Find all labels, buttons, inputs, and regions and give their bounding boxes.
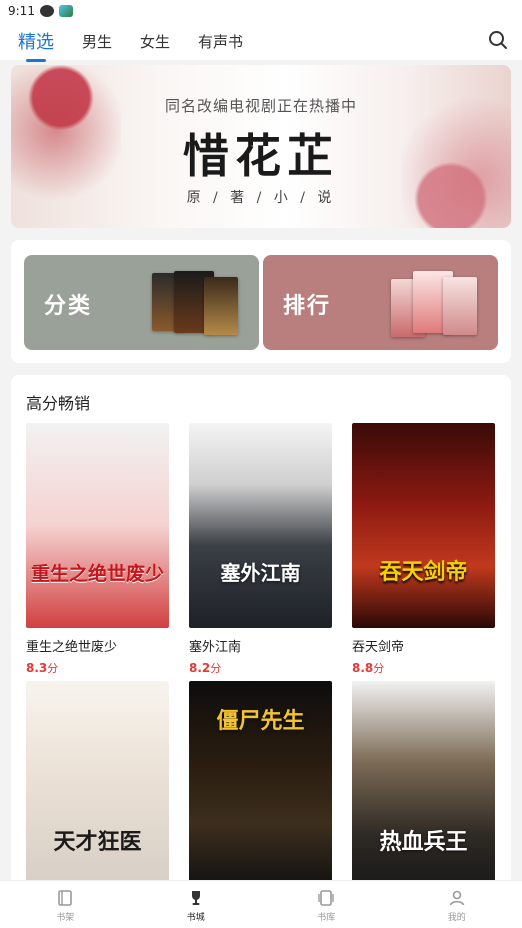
ranking-entry-label: 排行 (283, 294, 332, 319)
cover-title-art: 吞天剑帝 (379, 559, 468, 585)
bottom-nav-bookstore[interactable]: 书城 (131, 881, 262, 928)
top-tab-bar: 精选 男生 女生 有声书 (0, 22, 522, 62)
book-item[interactable]: 热血兵王 (352, 681, 495, 885)
bottom-nav-label: 书架 (56, 913, 75, 923)
library-icon (318, 890, 334, 906)
banner-subtitle: 同名改编电视剧正在热播中 (164, 97, 357, 115)
book-cover: 塞外江南 (189, 423, 332, 628)
category-entry-label: 分类 (44, 294, 93, 319)
bottom-nav-label: 书库 (317, 913, 336, 923)
category-book-cover (204, 277, 238, 335)
cover-title-art: 僵尸先生 (216, 708, 305, 734)
promo-banner[interactable]: 同名改编电视剧正在热播中 惜花芷 原 / 著 / 小 / 说 (11, 65, 511, 228)
book-item[interactable]: 重生之绝世废少 重生之绝世废少 8.3分 (26, 423, 169, 676)
tab-featured[interactable]: 精选 (18, 28, 54, 62)
cover-title-art: 塞外江南 (220, 561, 301, 585)
cover-title-art: 天才狂医 (53, 829, 142, 855)
ranking-book-cover (443, 277, 477, 335)
book-title: 吞天剑帝 (352, 640, 405, 655)
status-time: 9:11 (8, 4, 35, 18)
entry-card: 分类 排行 (11, 240, 511, 363)
book-title: 塞外江南 (189, 640, 242, 655)
banner-tagline: 原 / 著 / 小 / 说 (186, 190, 336, 206)
book-score: 8.2分 (189, 661, 222, 675)
bottom-nav-profile[interactable]: 我的 (392, 881, 522, 928)
tab-female[interactable]: 女生 (140, 31, 170, 52)
book-cover: 吞天剑帝 (352, 423, 495, 628)
status-bar: 9:11 (0, 0, 522, 22)
cover-title-art: 重生之绝世废少 (30, 563, 164, 585)
book-score: 8.3分 (26, 661, 59, 675)
bottom-nav-bar: 书架 书城 书库 我的 (0, 880, 522, 928)
bottom-nav-label: 书城 (186, 913, 205, 923)
book-item[interactable]: 僵尸先生 (189, 681, 332, 885)
search-icon[interactable] (488, 30, 508, 50)
bottom-nav-bookshelf[interactable]: 书架 (0, 881, 131, 928)
book-cover: 重生之绝世废少 (26, 423, 169, 628)
app-notification-icon (58, 5, 73, 17)
banner-title: 惜花芷 (183, 129, 339, 183)
bookshelf-icon (58, 890, 73, 906)
book-item[interactable]: 吞天剑帝 吞天剑帝 8.8分 (352, 423, 495, 676)
book-title: 重生之绝世废少 (26, 640, 118, 655)
cover-title-art: 热血兵王 (379, 829, 468, 855)
book-cover: 僵尸先生 (189, 681, 332, 885)
ranking-entry-button[interactable]: 排行 (263, 255, 498, 350)
bottom-nav-library[interactable]: 书库 (261, 881, 392, 928)
category-entry-button[interactable]: 分类 (24, 255, 259, 350)
book-item[interactable]: 天才狂医 (26, 681, 169, 885)
bottom-nav-label: 我的 (447, 913, 466, 923)
book-cover: 天才狂医 (26, 681, 169, 885)
trophy-icon (191, 891, 200, 905)
book-cover: 热血兵王 (352, 681, 495, 885)
tab-male[interactable]: 男生 (82, 31, 112, 52)
profile-icon (449, 890, 465, 906)
tab-audiobook[interactable]: 有声书 (198, 31, 243, 52)
section-title: 高分畅销 (26, 394, 91, 413)
book-item[interactable]: 塞外江南 塞外江南 8.2分 (189, 423, 332, 676)
bestsellers-section: 高分畅销 重生之绝世废少 重生之绝世废少 8.3分 塞外江南 塞外江南 8.2分… (11, 375, 511, 885)
book-score: 8.8分 (352, 661, 385, 675)
notification-icon (39, 5, 54, 17)
